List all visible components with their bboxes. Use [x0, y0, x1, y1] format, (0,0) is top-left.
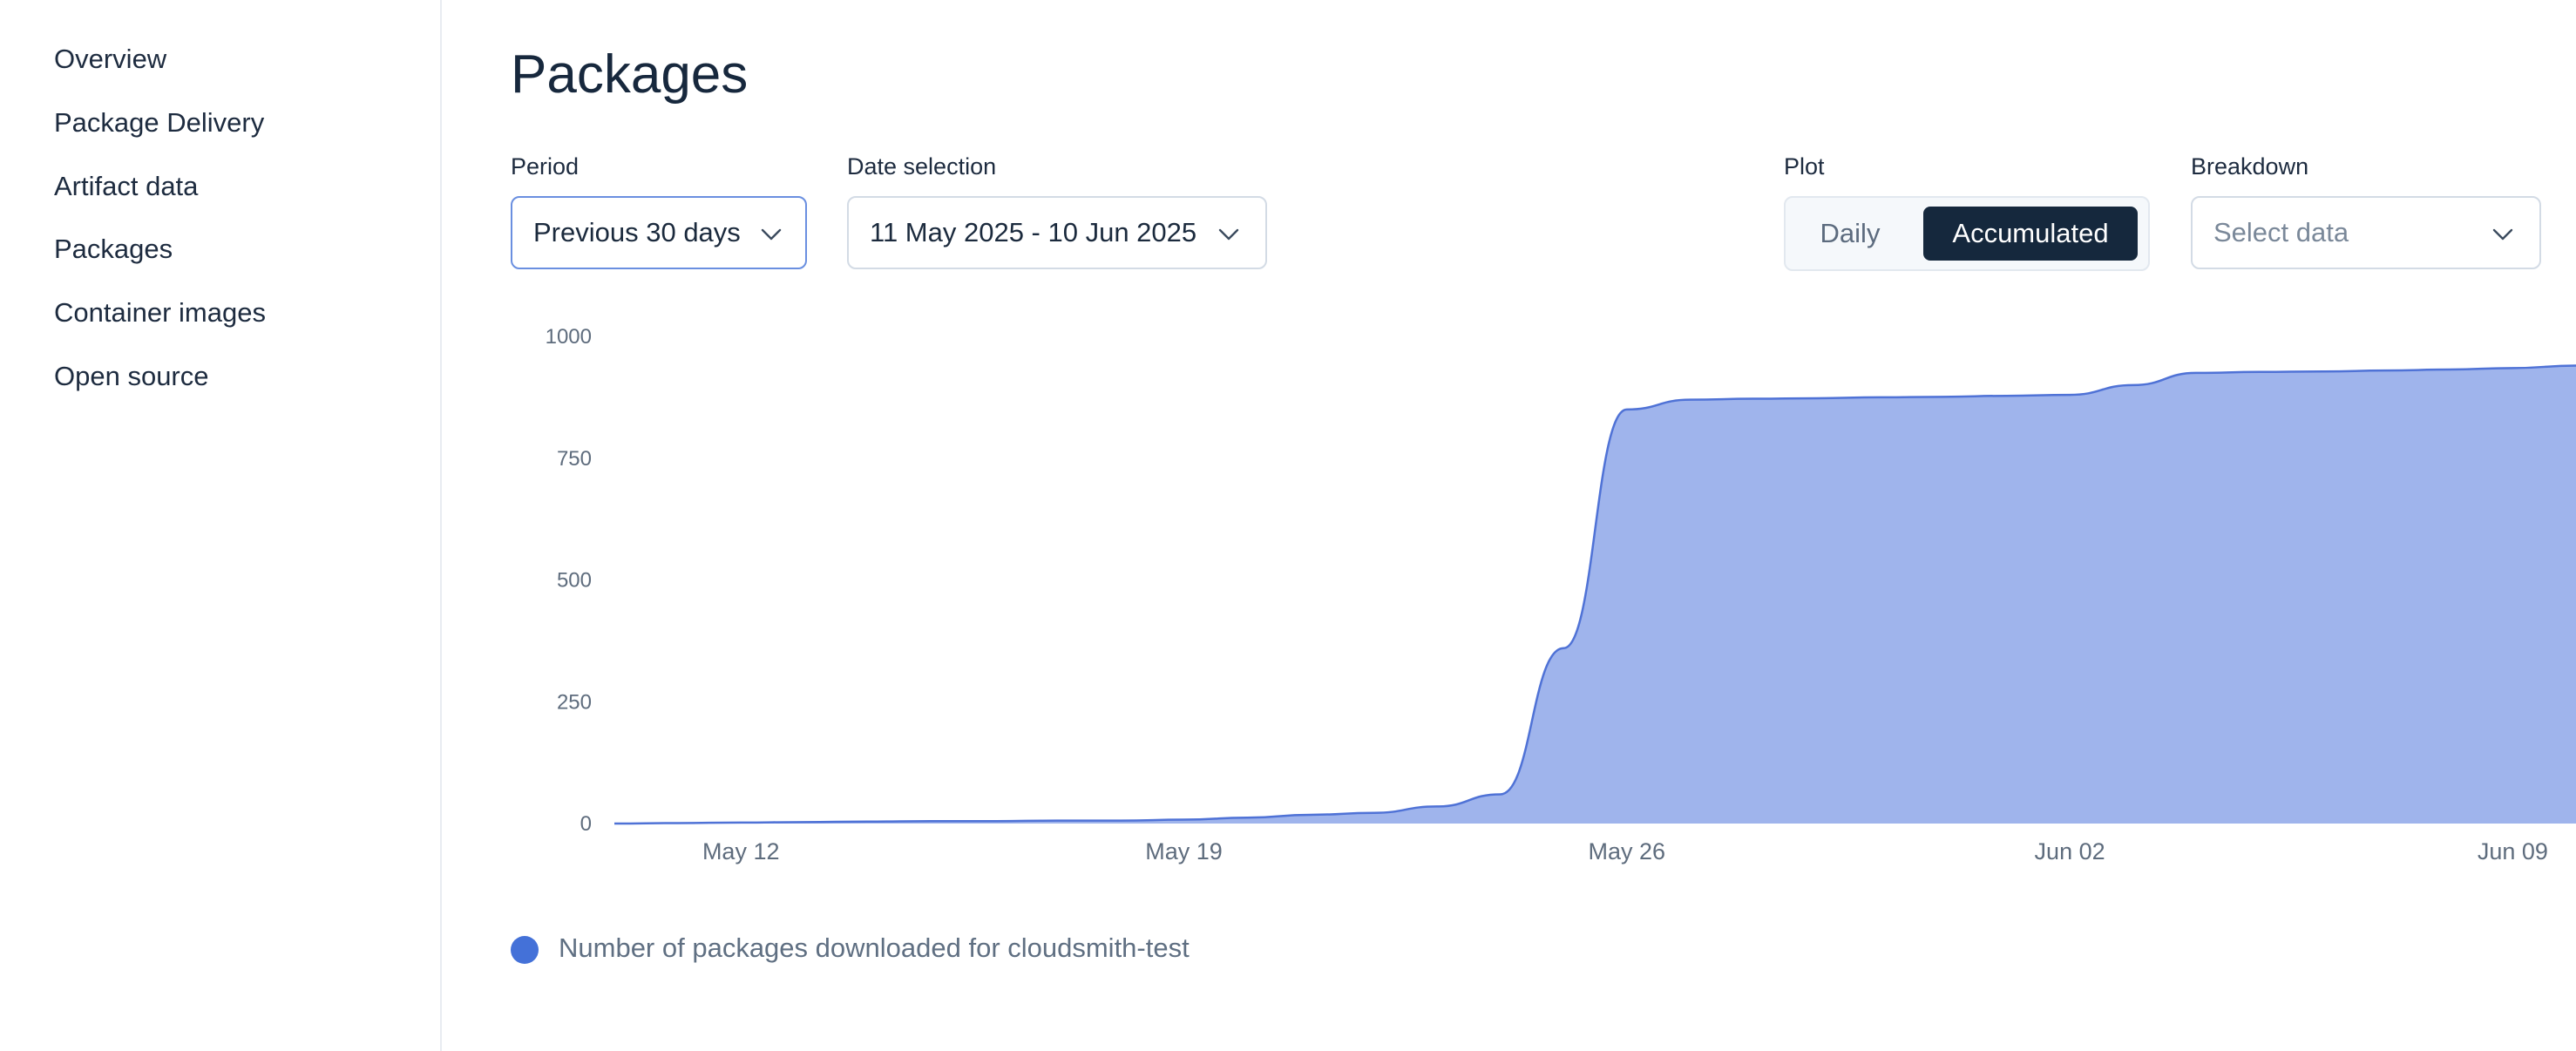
x-tick-label: Jun 02	[2035, 838, 2105, 865]
y-tick-label: 500	[557, 569, 592, 593]
y-tick-label: 1000	[546, 325, 592, 349]
plot-toggle: Daily Accumulated	[1784, 196, 2150, 271]
series-area	[614, 365, 2576, 824]
chevron-down-icon	[1218, 228, 1239, 241]
sidebar-item-container-images[interactable]: Container images	[54, 297, 266, 329]
y-tick-label: 0	[580, 812, 592, 836]
period-select[interactable]: Previous 30 days	[511, 196, 807, 269]
x-tick-label: May 19	[1145, 838, 1223, 865]
sidebar-item-packages[interactable]: Packages	[54, 234, 173, 265]
main-content: Packages Period Previous 30 days Date se…	[442, 0, 2576, 1051]
date-selection-value: 11 May 2025 - 10 Jun 2025	[870, 217, 1197, 247]
period-value: Previous 30 days	[533, 217, 741, 247]
sidebar: Overview Package Delivery Artifact data …	[0, 0, 442, 1051]
chevron-down-icon	[761, 228, 782, 241]
y-tick-label: 250	[557, 690, 592, 714]
period-label: Period	[511, 153, 580, 180]
date-selection-label: Date selection	[847, 153, 997, 180]
plot-label: Plot	[1784, 153, 1825, 180]
breakdown-select[interactable]: Select data	[2191, 196, 2541, 269]
sidebar-item-open-source[interactable]: Open source	[54, 361, 209, 392]
sidebar-item-package-delivery[interactable]: Package Delivery	[54, 107, 264, 139]
packages-area-chart: 0 250 500 750 1000 May 12 May 19 May 26 Jun 02 Ju…	[546, 325, 2576, 865]
page-title: Packages	[511, 44, 749, 105]
date-selection-select[interactable]: 11 May 2025 - 10 Jun 2025	[847, 196, 1267, 269]
plot-accumulated-button[interactable]: Accumulated	[1923, 207, 2138, 261]
breakdown-placeholder: Select data	[2213, 217, 2349, 247]
x-tick-label: Jun 09	[2478, 838, 2548, 865]
sidebar-item-overview[interactable]: Overview	[54, 44, 166, 75]
breakdown-label: Breakdown	[2191, 153, 2309, 180]
x-tick-label: May 12	[702, 838, 780, 865]
legend-marker	[511, 936, 539, 964]
y-tick-label: 750	[557, 447, 592, 471]
x-tick-label: May 26	[1589, 838, 1666, 865]
sidebar-item-artifact-data[interactable]: Artifact data	[54, 171, 198, 202]
chevron-down-icon	[2492, 228, 2513, 241]
legend-label: Number of packages downloaded for clouds…	[559, 932, 1190, 963]
plot-daily-button[interactable]: Daily	[1798, 207, 1902, 261]
